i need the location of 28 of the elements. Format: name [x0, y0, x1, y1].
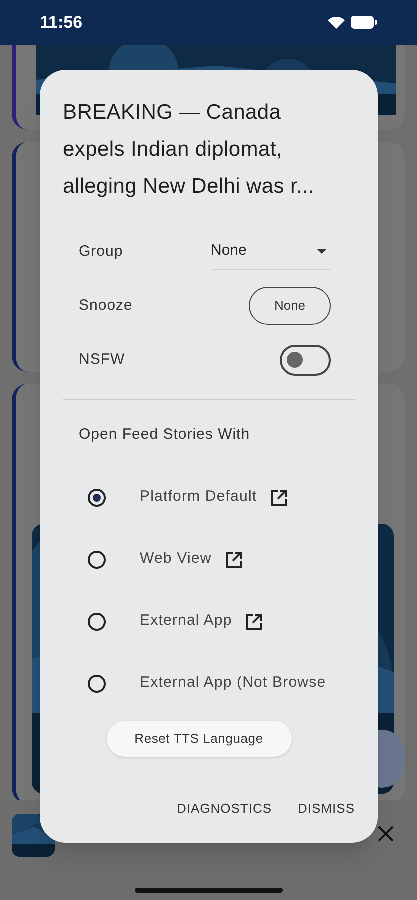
caret-icon: [317, 249, 327, 254]
section-heading: Open Feed Stories With: [78, 425, 252, 445]
close-icon[interactable]: [378, 826, 394, 842]
clock: 11:56: [40, 12, 83, 34]
option-label: External App (Not Browse: [140, 673, 326, 694]
radio-button[interactable]: [88, 488, 106, 506]
radio-button[interactable]: [88, 674, 106, 692]
option-label: External App: [140, 611, 232, 632]
reset-tts-button[interactable]: Reset TTS Language: [106, 720, 292, 756]
radio-button[interactable]: [88, 612, 106, 630]
group-dropdown[interactable]: None: [211, 234, 331, 270]
radio-option[interactable]: External App: [63, 590, 355, 652]
setting-label: Snooze: [79, 296, 133, 316]
radio-option[interactable]: Platform Default: [63, 466, 355, 528]
radio-option[interactable]: External App (Not Browse: [63, 652, 355, 714]
battery-icon: [351, 16, 377, 29]
dialog-action-button[interactable]: DIAGNOSTICS: [168, 790, 280, 826]
dialog-action-button[interactable]: DISMISS: [290, 790, 363, 826]
dialog-title: BREAKING — Canada expels Indian diplomat, alleging New Delhi was r...: [63, 100, 316, 200]
nsfw-toggle[interactable]: [280, 344, 331, 376]
setting-label: NSFW: [79, 350, 126, 370]
option-label: Web View: [140, 549, 212, 570]
radio-option[interactable]: Web View: [63, 528, 355, 590]
option-label: Platform Default: [140, 487, 258, 508]
setting-label: Group: [79, 242, 124, 262]
wifi-icon: [328, 16, 345, 28]
snooze-button[interactable]: None: [249, 287, 331, 325]
radio-button[interactable]: [88, 550, 106, 568]
